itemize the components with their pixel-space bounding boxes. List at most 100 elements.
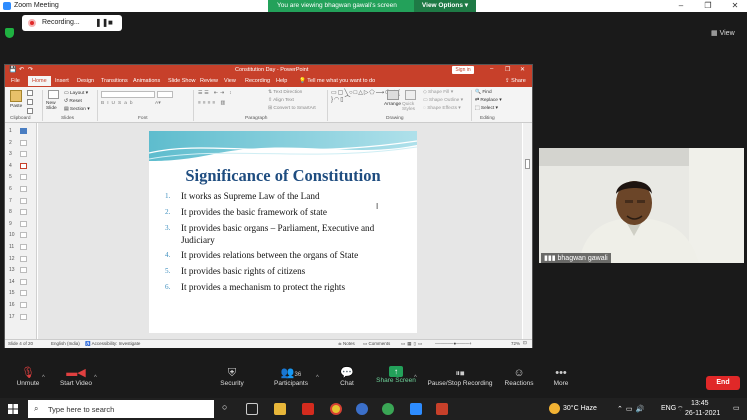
- zoom-level[interactable]: 72%: [511, 341, 520, 346]
- slide-thumbnail[interactable]: 16: [7, 300, 35, 310]
- arrange-label[interactable]: Arrange: [384, 102, 401, 107]
- slide-thumbnail[interactable]: 10: [7, 230, 35, 240]
- shape-fill-button[interactable]: ◇ Shape Fill ▾: [423, 90, 453, 95]
- notifications-icon[interactable]: ▭: [733, 404, 740, 412]
- select-button[interactable]: ⬚ Select ▾: [475, 106, 498, 111]
- view-mode-buttons[interactable]: ▭▦▯▭: [401, 341, 424, 347]
- windows-start-icon[interactable]: [8, 404, 18, 414]
- unmute-button[interactable]: 🎙︎ Unmute: [10, 366, 46, 387]
- slide-thumbnail[interactable]: 13: [7, 265, 35, 275]
- cortana-icon[interactable]: ○: [222, 402, 227, 412]
- slide-thumbnail[interactable]: 9: [7, 219, 35, 229]
- vertical-scrollbar[interactable]: [523, 123, 532, 339]
- find-button[interactable]: 🔍 Find: [475, 90, 492, 95]
- current-slide[interactable]: Significance of Constitution 1. It works …: [149, 131, 417, 333]
- redo-icon[interactable]: ↷: [28, 66, 33, 73]
- shape-effects-button[interactable]: ◌ Shape Effects ▾: [423, 106, 461, 111]
- replace-button[interactable]: ⇄ Replace ▾: [475, 98, 502, 103]
- font-color-icon[interactable]: A▾: [155, 101, 161, 106]
- view-button[interactable]: ▦ View: [711, 29, 735, 37]
- view-options-button[interactable]: View Options ▾: [414, 0, 476, 12]
- clock-date[interactable]: 26-11-2021: [685, 410, 720, 417]
- notes-button[interactable]: ≐ Notes: [338, 341, 355, 347]
- slide-thumbnail[interactable]: 14: [7, 277, 35, 287]
- slide-thumbnail[interactable]: 3: [7, 149, 35, 159]
- ppt-restore-icon[interactable]: ❐: [505, 66, 510, 73]
- language-status[interactable]: English (India): [51, 341, 80, 346]
- slide-thumbnail[interactable]: 2: [7, 138, 35, 148]
- pause-stop-recording-button[interactable]: ⏸⏹ Pause/Stop Recording: [426, 366, 494, 387]
- align-text-button[interactable]: ⇳ Align Text: [268, 98, 294, 103]
- text-direction-button[interactable]: ⇅ Text Direction: [268, 90, 302, 95]
- tab-view[interactable]: View: [224, 78, 236, 84]
- fit-slide-icon[interactable]: ⊡: [523, 340, 527, 346]
- slide-thumbnail[interactable]: 12: [7, 254, 35, 264]
- maximize-icon[interactable]: ❐: [703, 1, 713, 11]
- tab-file[interactable]: File: [11, 78, 20, 84]
- reactions-button[interactable]: ☺ Reactions: [502, 366, 536, 387]
- tab-review[interactable]: Review: [200, 78, 218, 84]
- close-icon[interactable]: ✕: [730, 1, 740, 11]
- tray-icons[interactable]: ⌃▭🔊: [617, 405, 647, 413]
- chat-button[interactable]: 💬 Chat: [334, 366, 360, 387]
- ppt-close-icon[interactable]: ✕: [520, 66, 525, 73]
- tab-recording[interactable]: Recording: [245, 78, 270, 84]
- minimize-icon[interactable]: –: [676, 1, 686, 11]
- slide-thumbnail[interactable]: 1: [7, 126, 35, 136]
- file-explorer-icon[interactable]: [274, 403, 286, 415]
- undo-icon[interactable]: ↶: [19, 66, 24, 73]
- arrange-icon[interactable]: [387, 90, 399, 100]
- weather-text[interactable]: 30°C Haze: [563, 405, 597, 412]
- section-button[interactable]: ▤ Section ▾: [64, 107, 90, 112]
- pause-icon[interactable]: ❚❚: [95, 18, 108, 27]
- wifi-icon[interactable]: ⌔: [677, 405, 684, 414]
- start-video-button[interactable]: ▬◀ Start Video: [56, 366, 96, 387]
- slide-thumbnail[interactable]: 8: [7, 207, 35, 217]
- chrome-2-icon[interactable]: [382, 403, 394, 415]
- slide-thumbnail[interactable]: 15: [7, 288, 35, 298]
- font-size-select[interactable]: [157, 91, 173, 98]
- cut-icon[interactable]: [27, 90, 33, 96]
- comments-button[interactable]: ▭ Comments: [363, 341, 390, 347]
- participant-video[interactable]: ▮▮▮ bhagwan gawali: [539, 148, 744, 263]
- share-options-chevron-icon[interactable]: ^: [414, 375, 417, 381]
- tab-help[interactable]: Help: [276, 78, 287, 84]
- language-indicator[interactable]: ENG: [661, 405, 676, 412]
- firefox-icon[interactable]: [356, 403, 368, 415]
- tell-me-search[interactable]: 💡 Tell me what you want to do: [299, 78, 375, 84]
- stop-icon[interactable]: ■: [108, 18, 113, 27]
- encryption-shield-icon[interactable]: [5, 28, 14, 38]
- save-icon[interactable]: 💾: [9, 66, 16, 73]
- security-button[interactable]: ⛨ Security: [215, 366, 249, 387]
- end-meeting-button[interactable]: End: [706, 376, 740, 390]
- participants-chevron-icon[interactable]: ^: [316, 375, 319, 381]
- quick-styles-label[interactable]: Quick Styles: [402, 102, 420, 112]
- zoom-taskbar-icon[interactable]: [410, 403, 422, 415]
- slide-thumbnail[interactable]: 7: [7, 196, 35, 206]
- slide-thumbnail[interactable]: 5: [7, 172, 35, 182]
- share-screen-button[interactable]: ↑ Share Screen: [374, 366, 418, 384]
- font-format-buttons[interactable]: BIUSab: [101, 101, 136, 106]
- acrobat-icon[interactable]: [302, 403, 314, 415]
- task-view-icon[interactable]: [246, 403, 258, 415]
- tab-home[interactable]: Home: [28, 76, 51, 86]
- scrollbar-thumb[interactable]: [525, 159, 530, 169]
- audio-options-chevron-icon[interactable]: ^: [42, 375, 45, 381]
- convert-smartart-button[interactable]: ⊞ Convert to SmartArt: [268, 106, 316, 111]
- slide-thumbnail[interactable]: 4: [7, 161, 35, 171]
- tab-animations[interactable]: Animations: [133, 78, 160, 84]
- font-name-select[interactable]: [101, 91, 155, 98]
- copy-icon[interactable]: [27, 99, 33, 105]
- align-buttons[interactable]: ≡≡≡≡ ▥: [198, 101, 227, 106]
- slide-thumbnail[interactable]: 11: [7, 242, 35, 252]
- tab-slide-show[interactable]: Slide Show: [168, 78, 196, 84]
- ppt-minimize-icon[interactable]: –: [490, 66, 493, 72]
- taskbar-search-box[interactable]: ⌕ Type here to search: [28, 400, 214, 418]
- tab-design[interactable]: Design: [77, 78, 94, 84]
- powerpoint-taskbar-icon[interactable]: [436, 403, 448, 415]
- quick-styles-icon[interactable]: [405, 90, 416, 100]
- accessibility-status[interactable]: ♿ Accessibility: Investigate: [85, 341, 140, 347]
- participants-button[interactable]: 👥36 Participants: [268, 366, 314, 387]
- shape-outline-button[interactable]: ▭ Shape Outline ▾: [423, 98, 463, 103]
- slide-thumbnail[interactable]: 17: [7, 312, 35, 322]
